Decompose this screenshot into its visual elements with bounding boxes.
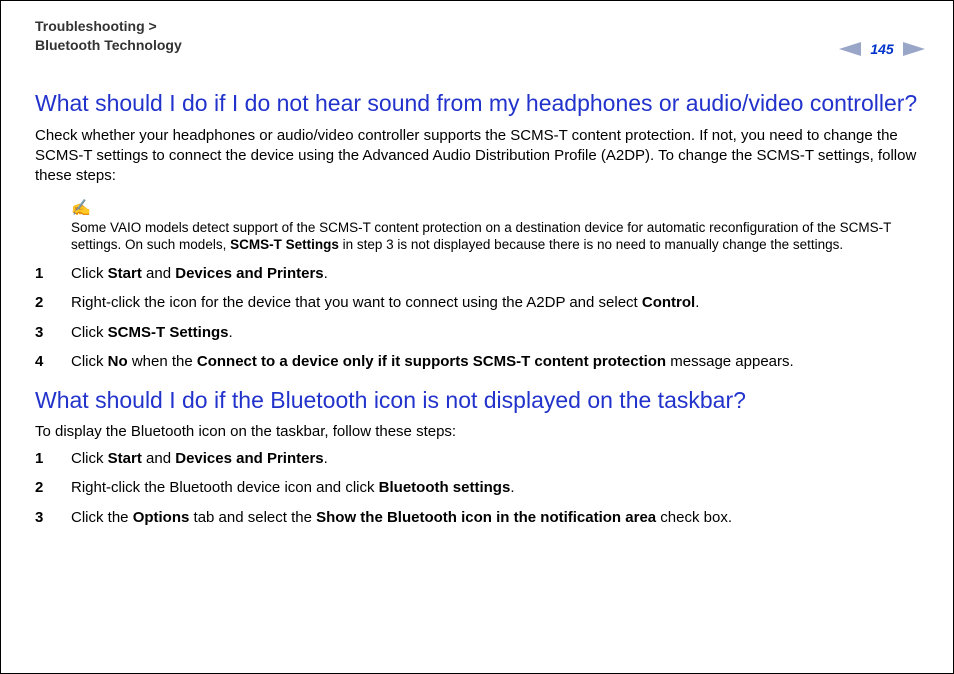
step-text: and [142,265,175,282]
step-bold: Start [108,265,142,282]
step-item: 2 Right-click the icon for the device th… [35,293,925,313]
step-text: . [324,450,328,467]
step-bold: Start [108,450,142,467]
note-block: ✍ Some VAIO models detect support of the… [71,201,925,254]
step-bold: Control [642,294,695,311]
step-text: Click [71,353,108,370]
section2-title: What should I do if the Bluetooth icon i… [35,386,925,415]
note-icon: ✍ [71,201,925,217]
step-number: 3 [35,508,43,528]
step-text: . [695,294,699,311]
step-text: check box. [656,509,732,526]
step-text: . [510,479,514,496]
step-item: 1 Click Start and Devices and Printers. [35,264,925,284]
section1-title: What should I do if I do not hear sound … [35,89,925,118]
section2-steps: 1 Click Start and Devices and Printers. … [35,449,925,528]
step-text: when the [128,353,197,370]
step-text: tab and select the [189,509,316,526]
page-container: Troubleshooting > Bluetooth Technology 1… [0,0,954,674]
step-text: Click [71,265,108,282]
step-number: 1 [35,264,43,284]
step-text: Click [71,324,108,341]
step-bold: Devices and Printers [175,450,323,467]
step-number: 1 [35,449,43,469]
step-bold: No [108,353,128,370]
breadcrumb-separator: > [149,18,157,34]
step-item: 3 Click SCMS-T Settings. [35,323,925,343]
note-post: in step 3 is not displayed because there… [339,237,843,252]
step-bold: SCMS-T Settings [108,324,229,341]
step-bold: Show the Bluetooth icon in the notificat… [316,509,656,526]
step-number: 3 [35,323,43,343]
section1-intro: Check whether your headphones or audio/v… [35,126,925,187]
step-text: . [229,324,233,341]
step-text: Click [71,450,108,467]
breadcrumb-topic: Bluetooth Technology [35,37,182,53]
step-text: Right-click the Bluetooth device icon an… [71,479,379,496]
step-text: message appears. [666,353,794,370]
page-nav: 145 [839,39,925,59]
step-bold: Connect to a device only if it supports … [197,353,666,370]
breadcrumb: Troubleshooting > Bluetooth Technology [35,17,182,55]
step-bold: Bluetooth settings [379,479,511,496]
header-row: Troubleshooting > Bluetooth Technology 1… [35,17,925,59]
step-number: 2 [35,478,43,498]
next-page-arrow-icon[interactable] [903,42,925,56]
step-text: . [324,265,328,282]
step-text: Right-click the icon for the device that… [71,294,642,311]
note-bold: SCMS-T Settings [230,237,339,252]
step-bold: Options [133,509,190,526]
step-text: Click the [71,509,133,526]
breadcrumb-section: Troubleshooting [35,18,145,34]
step-number: 4 [35,352,43,372]
step-bold: Devices and Printers [175,265,323,282]
section2-intro: To display the Bluetooth icon on the tas… [35,422,925,442]
step-item: 3 Click the Options tab and select the S… [35,508,925,528]
step-item: 2 Right-click the Bluetooth device icon … [35,478,925,498]
step-number: 2 [35,293,43,313]
prev-page-arrow-icon[interactable] [839,42,861,56]
note-text: Some VAIO models detect support of the S… [71,219,925,254]
step-item: 4 Click No when the Connect to a device … [35,352,925,372]
step-text: and [142,450,175,467]
section1-steps: 1 Click Start and Devices and Printers. … [35,264,925,372]
page-number: 145 [865,39,899,59]
step-item: 1 Click Start and Devices and Printers. [35,449,925,469]
